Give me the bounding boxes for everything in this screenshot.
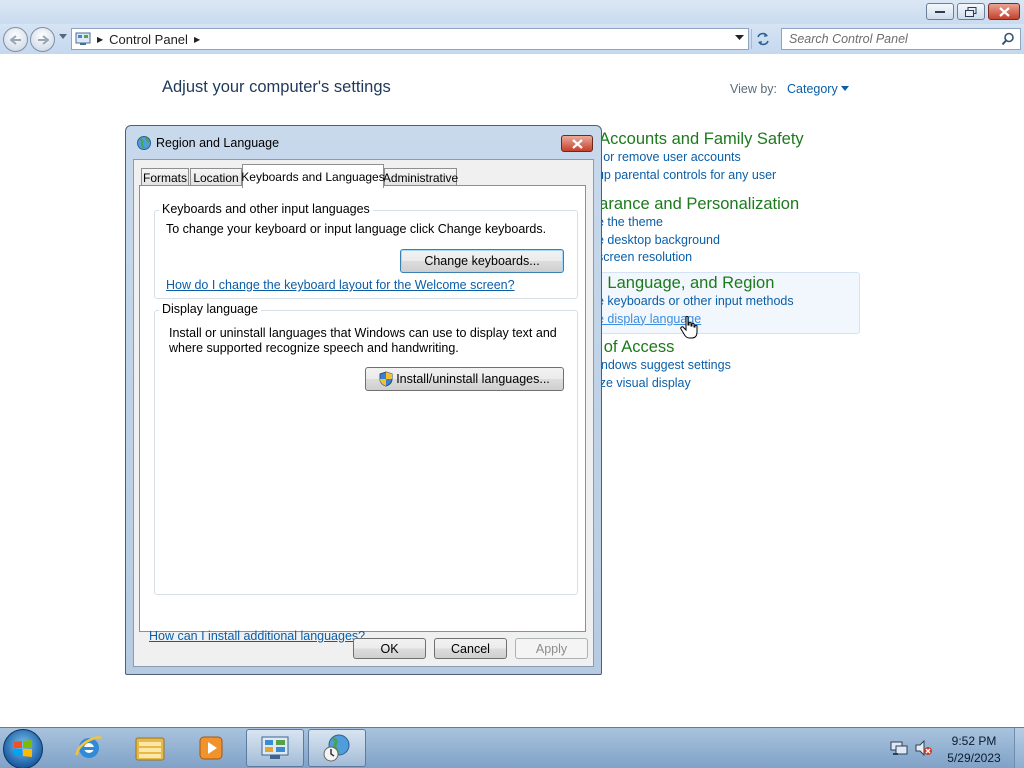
link-optimize-visual-display[interactable]: nize visual display [590,375,731,393]
install-additional-languages-link[interactable]: How can I install additional languages? [149,629,365,643]
network-icon[interactable] [890,741,908,756]
view-by-label: View by: [730,82,778,96]
dialog-body: Formats Location Keyboards and Languages… [133,159,594,667]
link-change-keyboards[interactable]: ge keyboards or other input methods [590,293,794,311]
restore-icon [965,6,977,17]
keyboards-groupbox: Keyboards and other input languages To c… [154,202,578,299]
apply-button[interactable]: Apply [515,638,588,659]
recent-pages-dropdown-icon[interactable] [59,34,67,40]
install-uninstall-languages-label: Install/uninstall languages... [396,372,550,386]
close-icon [998,6,1010,17]
close-icon [571,138,583,149]
ok-button[interactable]: OK [353,638,426,659]
clock-time[interactable]: 9:52 PM [935,734,1013,748]
uac-shield-icon [379,371,393,387]
install-uninstall-languages-button[interactable]: Install/uninstall languages... [365,367,564,391]
windows-explorer-icon [135,737,165,761]
navigation-bar: ▶ Control Panel ▶ [0,24,1024,54]
taskbar: 9:52 PM 5/29/2023 [0,727,1024,768]
category-title-appearance[interactable]: earance and Personalization [590,195,799,214]
hand-cursor-icon [680,316,698,339]
link-screen-resolution[interactable]: t screen resolution [590,249,799,267]
link-change-theme[interactable]: ge the theme [590,214,799,232]
breadcrumb-arrow-icon[interactable]: ▶ [97,35,103,44]
taskbar-media-player[interactable] [182,729,240,767]
display-language-description: Install or uninstall languages that Wind… [169,326,559,356]
breadcrumb-arrow-icon[interactable]: ▶ [194,35,200,44]
category-title-user-accounts[interactable]: r Accounts and Family Safety [590,130,804,149]
tab-keyboards-and-languages[interactable]: Keyboards and Languages [241,164,385,188]
minimize-icon [935,10,945,13]
category-title-ease-of-access[interactable]: e of Access [590,338,731,357]
taskbar-internet-explorer[interactable] [60,729,118,767]
show-desktop-button[interactable] [1014,728,1024,768]
breadcrumb-control-panel[interactable]: Control Panel [109,32,188,47]
taskbar-windows-explorer[interactable] [121,729,179,767]
media-player-icon [199,736,223,760]
globe-icon [137,136,151,150]
keyboards-group-label: Keyboards and other input languages [159,202,373,216]
dialog-title: Region and Language [156,136,280,150]
refresh-icon [756,32,769,46]
clock-date[interactable]: 5/29/2023 [935,751,1013,765]
internet-explorer-icon [75,736,102,758]
display-description-line-1: Install or uninstall languages that Wind… [169,326,557,340]
tab-page: Keyboards and other input languages To c… [139,185,586,643]
control-panel-icon [261,736,289,759]
page-title: Adjust your computer's settings [162,78,391,96]
search-icon[interactable] [1001,32,1015,46]
volume-muted-icon[interactable] [915,740,933,756]
view-by-dropdown-icon[interactable] [841,86,849,91]
search-input[interactable] [789,32,999,46]
windows-logo-icon [14,740,32,757]
link-parental-controls[interactable]: t up parental controls for any user [590,167,804,185]
window-titlebar [0,0,1024,24]
refresh-button[interactable] [751,29,773,49]
view-by-dropdown[interactable]: Category [787,82,838,96]
category-title-clock-language-region[interactable]: k, Language, and Region [590,274,794,293]
start-button[interactable] [3,729,43,768]
control-panel-icon [75,32,91,45]
taskbar-control-panel[interactable] [246,729,304,767]
back-button[interactable] [3,27,28,52]
forward-button[interactable] [30,27,55,52]
link-add-remove-accounts[interactable]: ld or remove user accounts [590,149,804,167]
close-window-button[interactable] [988,3,1020,20]
address-bar[interactable]: ▶ Control Panel ▶ [71,28,749,50]
link-suggest-settings[interactable]: Vindows suggest settings [590,357,731,375]
welcome-screen-keyboard-help-link[interactable]: How do I change the keyboard layout for … [166,278,515,292]
category-user-accounts: r Accounts and Family Safety ld or remov… [590,130,804,184]
change-keyboards-button[interactable]: Change keyboards... [400,249,564,273]
region-language-icon [323,734,350,762]
search-box[interactable] [781,28,1021,50]
minimize-button[interactable] [926,3,954,20]
display-language-groupbox: Display language Install or uninstall la… [154,302,578,595]
keyboards-description: To change your keyboard or input languag… [166,222,547,236]
dialog-close-button[interactable] [561,135,593,152]
display-description-line-2: where supported recognize speech and han… [169,341,459,355]
cancel-button[interactable]: Cancel [434,638,507,659]
taskbar-region-language[interactable] [308,729,366,767]
forward-arrow-icon [37,34,49,45]
link-desktop-background[interactable]: ge desktop background [590,232,799,250]
category-ease-of-access: e of Access Vindows suggest settings niz… [590,338,731,392]
region-language-dialog: Region and Language Formats Location Key… [125,125,602,675]
address-dropdown-icon[interactable] [735,35,744,41]
category-appearance: earance and Personalization ge the theme… [590,195,799,267]
back-arrow-icon [9,34,21,45]
restore-button[interactable] [957,3,985,20]
display-language-group-label: Display language [159,302,261,316]
